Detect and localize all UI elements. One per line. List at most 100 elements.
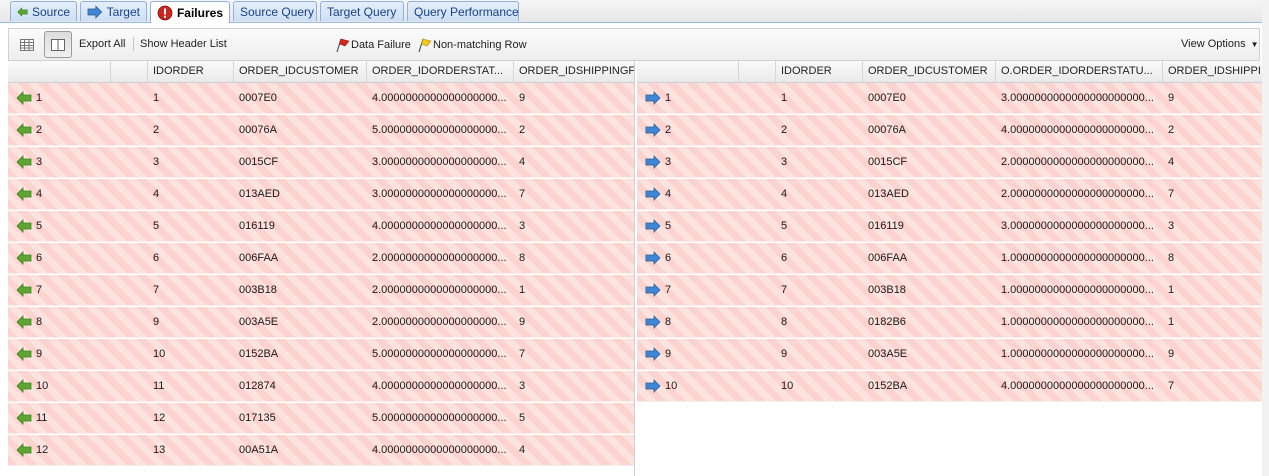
table-row[interactable]: 6 6 006FAA 1.0000000000000000000000... 8 — [637, 243, 1262, 274]
table-row[interactable]: 2 2 00076A 5.0000000000000000000... 2 — [8, 115, 634, 146]
table-cell: 4 — [781, 188, 788, 200]
page-edge — [1262, 0, 1269, 476]
caret-down-icon: ▼ — [1250, 40, 1259, 49]
table-cell: 7 — [781, 284, 788, 296]
table-row[interactable]: 4 4 013AED 2.0000000000000000000000... 7 — [637, 179, 1262, 210]
arrow-right-icon — [645, 155, 661, 169]
table-cell: 5.0000000000000000000... — [372, 348, 507, 360]
table-row[interactable]: 10 10 0152BA 4.0000000000000000000000... 7 — [637, 371, 1262, 402]
legend-non-matching-row: Non-matching Row — [415, 37, 527, 53]
view-options-button[interactable]: View Options ▼ — [1181, 38, 1259, 50]
table-row[interactable]: 8 9 003A5E 2.0000000000000000000... 9 — [8, 307, 634, 338]
grid-view-button[interactable] — [13, 31, 41, 58]
table-cell: 12 — [153, 412, 166, 424]
arrow-left-icon — [16, 347, 32, 361]
table-cell: 00A51A — [239, 444, 279, 456]
table-cell: 4 — [519, 156, 526, 168]
row-number-cell: 2 — [36, 124, 43, 136]
column-header[interactable]: ORDER_IDSHIPPINGF — [514, 61, 634, 82]
table-cell: 9 — [781, 348, 788, 360]
table-cell: 1.0000000000000000000000... — [1001, 252, 1154, 264]
table-row[interactable]: 7 7 003B18 2.0000000000000000000... 1 — [8, 275, 634, 306]
table-cell: 1.0000000000000000000000... — [1001, 284, 1154, 296]
table-cell: 1 — [1168, 316, 1175, 328]
column-header[interactable]: ORDER_IDCUSTOMER — [863, 61, 996, 82]
row-number-header[interactable] — [8, 61, 111, 82]
table-row[interactable]: 11 12 017135 5.0000000000000000000... 5 — [8, 403, 634, 434]
arrow-right-icon — [645, 251, 661, 265]
column-header[interactable]: ORDER_IDORDERSTAT... — [367, 61, 514, 82]
table-cell: 8 — [519, 252, 526, 264]
table-cell: 2.0000000000000000000000... — [1001, 156, 1154, 168]
arrow-left-icon — [16, 443, 32, 457]
table-cell: 1 — [1168, 284, 1175, 296]
tab-label: Target Query — [327, 4, 397, 19]
table-cell: 3.0000000000000000000000... — [1001, 220, 1154, 232]
table-cell: 11 — [153, 380, 165, 392]
table-row[interactable]: 10 11 012874 4.0000000000000000000... 3 — [8, 371, 634, 402]
table-cell: 9 — [519, 316, 526, 328]
table-row[interactable]: 5 5 016119 3.0000000000000000000000... 3 — [637, 211, 1262, 242]
legend-data-failure: Data Failure — [333, 37, 411, 53]
arrow-left-icon — [16, 219, 32, 233]
table-row[interactable]: 6 6 006FAA 2.0000000000000000000... 8 — [8, 243, 634, 274]
flag-column-header[interactable] — [739, 61, 776, 82]
arrow-left-icon — [17, 6, 28, 17]
table-cell: 2.0000000000000000000000... — [1001, 188, 1154, 200]
arrow-left-icon — [16, 155, 32, 169]
arrow-right-icon — [645, 379, 661, 393]
split-view-button[interactable] — [44, 31, 72, 58]
table-cell: 4.0000000000000000000... — [372, 220, 507, 232]
row-number-cell: 3 — [665, 156, 672, 168]
tab-target-query[interactable]: Target Query — [320, 1, 404, 21]
table-row[interactable]: 3 3 0015CF 3.0000000000000000000... 4 — [8, 147, 634, 178]
table-row[interactable]: 12 13 00A51A 4.0000000000000000000... 4 — [8, 435, 634, 466]
column-header[interactable]: ORDER_IDCUSTOMER — [234, 61, 367, 82]
table-row[interactable]: 9 9 003A5E 1.0000000000000000000000... 9 — [637, 339, 1262, 370]
tab-target[interactable]: Target — [80, 1, 147, 21]
grid-icon — [20, 38, 34, 51]
table-cell: 6 — [153, 252, 160, 264]
table-cell: 3.0000000000000000000... — [372, 188, 507, 200]
export-all-button[interactable]: Export All — [79, 38, 125, 50]
column-header[interactable]: ORDER_IDSHIPPI — [1163, 61, 1262, 82]
table-cell: 1 — [153, 92, 160, 104]
tab-source-query[interactable]: Source Query — [233, 1, 317, 21]
arrow-left-icon — [16, 91, 32, 105]
arrow-right-icon — [87, 4, 103, 19]
table-cell: 016119 — [239, 220, 275, 232]
show-header-list-button[interactable]: Show Header List — [140, 38, 227, 50]
table-row[interactable]: 3 3 0015CF 2.0000000000000000000000... 4 — [637, 147, 1262, 178]
table-cell: 013AED — [239, 188, 280, 200]
toolbar-separator — [133, 37, 134, 51]
source-grid: IDORDER ORDER_IDCUSTOMER ORDER_IDORDERST… — [8, 61, 635, 476]
table-row[interactable]: 4 4 013AED 3.0000000000000000000... 7 — [8, 179, 634, 210]
table-cell: 017135 — [239, 412, 276, 424]
red-flag-icon — [336, 38, 350, 53]
row-number-header[interactable] — [637, 61, 739, 82]
flag-column-header[interactable] — [111, 61, 148, 82]
table-cell: 5 — [519, 412, 526, 424]
table-row[interactable]: 2 2 00076A 4.0000000000000000000000... 2 — [637, 115, 1262, 146]
tab-query-performance[interactable]: Query Performance — [407, 1, 519, 21]
column-header[interactable]: IDORDER — [148, 61, 234, 82]
table-cell: 4.0000000000000000000... — [372, 380, 507, 392]
toolbar: Export All Show Header List Data Failure… — [8, 28, 1260, 61]
table-row[interactable]: 8 8 0182B6 1.0000000000000000000000... 1 — [637, 307, 1262, 338]
column-header[interactable]: O.ORDER_IDORDERSTATU... — [996, 61, 1163, 82]
tab-label: Target — [106, 4, 140, 19]
table-cell: 2 — [1168, 124, 1175, 136]
row-number-cell: 3 — [36, 156, 43, 168]
table-row[interactable]: 1 1 0007E0 3.0000000000000000000000... 9 — [637, 83, 1262, 114]
table-cell: 8 — [781, 316, 788, 328]
tab-failures[interactable]: Failures — [150, 1, 230, 23]
table-row[interactable]: 1 1 0007E0 4.0000000000000000000... 9 — [8, 83, 634, 114]
column-header[interactable]: IDORDER — [776, 61, 863, 82]
tab-source[interactable]: Source — [10, 1, 77, 21]
table-row[interactable]: 5 5 016119 4.0000000000000000000... 3 — [8, 211, 634, 242]
yellow-flag-icon — [418, 38, 432, 53]
table-cell: 1 — [781, 92, 788, 104]
row-number-cell: 1 — [665, 92, 672, 104]
table-row[interactable]: 9 10 0152BA 5.0000000000000000000... 7 — [8, 339, 634, 370]
table-row[interactable]: 7 7 003B18 1.0000000000000000000000... 1 — [637, 275, 1262, 306]
